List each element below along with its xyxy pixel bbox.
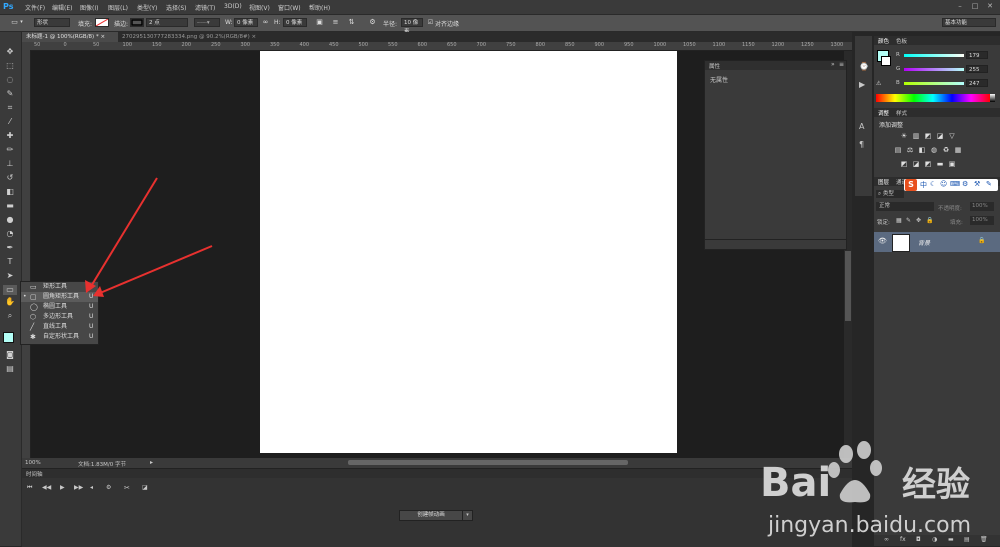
visibility-eye-icon[interactable]: 👁 [878, 237, 887, 245]
zoom-level[interactable]: 100% [25, 460, 41, 466]
blue-value-input[interactable]: 247 [966, 79, 988, 87]
brightness-icon[interactable]: ☀ [900, 132, 908, 140]
red-channel-label: R [896, 52, 900, 58]
punctuation-icon[interactable]: ☾ [930, 180, 936, 188]
filter-kind-value: 类型 [882, 191, 894, 197]
watermark-url: jingyan.baidu.com [767, 513, 971, 538]
curves-icon[interactable]: ◩ [924, 132, 932, 140]
skin-icon[interactable]: ⚙ [962, 180, 968, 188]
character-icon[interactable]: A [859, 122, 864, 131]
gradient-map-icon[interactable]: ▬ [936, 160, 944, 168]
chevron-down-icon[interactable]: ▾ [462, 510, 473, 521]
adjustments-panel-header: 调整 样式 [874, 108, 1000, 117]
exposure-icon[interactable]: ◪ [936, 132, 944, 140]
tab-swatches[interactable]: 色板 [896, 37, 907, 45]
layer-row-background[interactable]: 👁 背景 🔒 [874, 232, 1000, 252]
next-frame-icon[interactable]: ▶▶ [74, 484, 83, 491]
channel-mixer-icon[interactable]: ♻ [942, 146, 950, 154]
audio-icon[interactable]: ◂ [90, 484, 93, 491]
create-frame-animation-button[interactable]: 创建帧动画 [399, 510, 463, 521]
blend-mode-select[interactable]: 正常 [876, 202, 934, 211]
first-frame-icon[interactable]: ⏮ [27, 484, 32, 492]
color-lookup-icon[interactable]: ▦ [954, 146, 962, 154]
baidu-jingyan-watermark: Bai 经验 jingyan.baidu.com [760, 441, 971, 538]
toolbox-icon[interactable]: ⚒ [974, 180, 980, 188]
keyboard-icon[interactable]: ⌨ [950, 180, 960, 188]
paragraph-icon[interactable]: ¶ [859, 140, 864, 149]
layer-name: 背景 [918, 240, 931, 247]
play-icon[interactable]: ▶ [60, 484, 65, 491]
blue-value: 247 [969, 81, 980, 87]
annotation-arrow-line [89, 177, 158, 289]
history-icon[interactable]: ⌚ [859, 62, 869, 71]
black-white-icon[interactable]: ◧ [918, 146, 926, 154]
fill-input[interactable]: 100% [970, 216, 994, 225]
grayscale-bar[interactable] [990, 94, 995, 102]
fill-label: 填充: [950, 220, 963, 226]
tab-color[interactable]: 颜色 [878, 37, 889, 45]
watermark-brand-suffix: 经验 [902, 465, 970, 505]
timeline-title: 时间轴 [26, 472, 43, 478]
transition-icon[interactable]: ◪ [142, 484, 148, 491]
actions-icon[interactable]: ▶ [859, 80, 865, 89]
annotation-arrow-line [99, 245, 213, 294]
lock-label: 锁定: [877, 220, 890, 226]
document-info: 文档:1.83M/0 字节 [78, 462, 126, 468]
invert-icon[interactable]: ◩ [900, 160, 908, 168]
red-value: 179 [969, 53, 980, 59]
panel-dock-icons: ⌚ ▶ A ¶ [855, 36, 872, 196]
chevron-right-icon[interactable]: ▸ [150, 459, 153, 466]
lock-icon: 🔒 [978, 237, 986, 244]
blue-channel-label: B [896, 80, 900, 86]
green-value-input[interactable]: 255 [966, 65, 988, 73]
color-balance-icon[interactable]: ⚖ [906, 146, 914, 154]
create-frame-animation-label: 创建帧动画 [417, 512, 445, 518]
levels-icon[interactable]: ▥ [912, 132, 920, 140]
wrench-icon[interactable]: ✎ [986, 180, 992, 188]
hue-saturation-icon[interactable]: ▤ [894, 146, 902, 154]
tab-layers[interactable]: 图层 [878, 178, 889, 186]
lock-position-icon[interactable]: ✥ [916, 217, 921, 224]
lock-transparency-icon[interactable]: ▦ [896, 217, 902, 224]
threshold-icon[interactable]: ◩ [924, 160, 932, 168]
posterize-icon[interactable]: ◪ [912, 160, 920, 168]
red-value-input[interactable]: 179 [966, 51, 988, 59]
blend-mode-value: 正常 [879, 203, 891, 209]
lock-all-icon[interactable]: 🔒 [926, 217, 933, 224]
warning-icon: ⚠ [876, 80, 882, 87]
selective-color-icon[interactable]: ▣ [948, 160, 956, 168]
tab-styles[interactable]: 样式 [896, 109, 907, 117]
photo-filter-icon[interactable]: ◍ [930, 146, 938, 154]
filter-kind-select[interactable]: ⌕ 类型 [876, 190, 904, 198]
green-value: 255 [969, 67, 980, 73]
previous-frame-icon[interactable]: ◀◀ [42, 484, 51, 491]
baidu-paw-logo-icon [828, 441, 882, 503]
horizontal-scroll-thumb[interactable] [348, 460, 628, 465]
color-spectrum-bar[interactable] [876, 94, 990, 102]
layer-thumbnail [892, 234, 910, 252]
green-slider[interactable] [904, 68, 964, 71]
tab-adjustments[interactable]: 调整 [878, 109, 889, 117]
vibrance-icon[interactable]: ▽ [948, 132, 956, 140]
color-panel-header: 颜色 色板 [874, 36, 1000, 45]
background-color-swatch[interactable] [881, 56, 891, 66]
red-slider[interactable] [904, 54, 964, 57]
opacity-value: 100% [972, 203, 988, 209]
chinese-mode-icon[interactable]: 中 [920, 180, 927, 190]
opacity-input[interactable]: 100% [970, 202, 994, 211]
sogou-logo-icon: S [905, 179, 917, 191]
ime-toolbar: S 中 ☾ ☺ ⌨ ⚙ ⚒ ✎ [904, 179, 998, 191]
watermark-brand: Bai [760, 460, 831, 506]
opacity-label: 不透明度: [938, 206, 962, 212]
symbol-icon[interactable]: ☺ [940, 180, 947, 188]
lock-pixels-icon[interactable]: ✎ [906, 217, 911, 224]
settings-icon[interactable]: ⚙ [106, 484, 111, 491]
scissors-icon[interactable]: ✂ [124, 484, 130, 492]
add-adjustment-title: 添加调整 [879, 122, 904, 129]
fill-value: 100% [972, 217, 988, 223]
green-channel-label: G [896, 66, 901, 72]
blue-slider[interactable] [904, 82, 964, 85]
